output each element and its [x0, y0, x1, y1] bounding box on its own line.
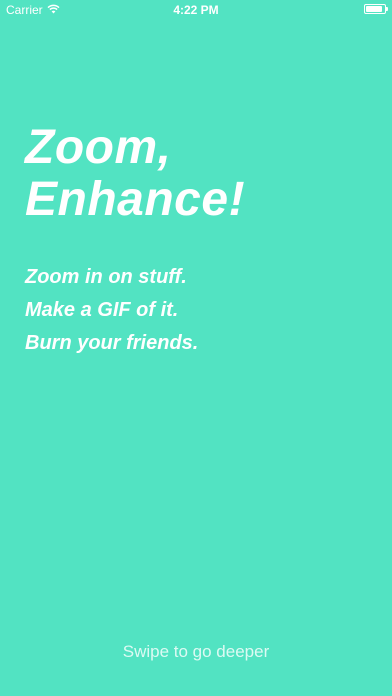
tagline-item: Make a GIF of it.	[25, 299, 179, 321]
tagline-item: Burn your friends.	[25, 332, 199, 354]
title-line-1: Zoom,	[25, 121, 172, 174]
status-right	[364, 4, 388, 14]
swipe-hint: Swipe to go deeper	[122, 642, 270, 661]
tagline-item: Zoom in on stuff.	[25, 266, 187, 288]
status-bar: Carrier 4:22 PM	[0, 0, 392, 20]
tagline-list: Zoom in on stuff. Make a GIF of it. Burn…	[25, 261, 198, 360]
battery-icon	[364, 4, 388, 14]
battery-tip	[386, 7, 388, 11]
status-time: 4:22 PM	[173, 3, 219, 17]
battery-fill	[366, 6, 383, 12]
title-line-2: Enhance!	[25, 173, 246, 226]
page-title: Zoom, Enhance!	[25, 122, 245, 226]
